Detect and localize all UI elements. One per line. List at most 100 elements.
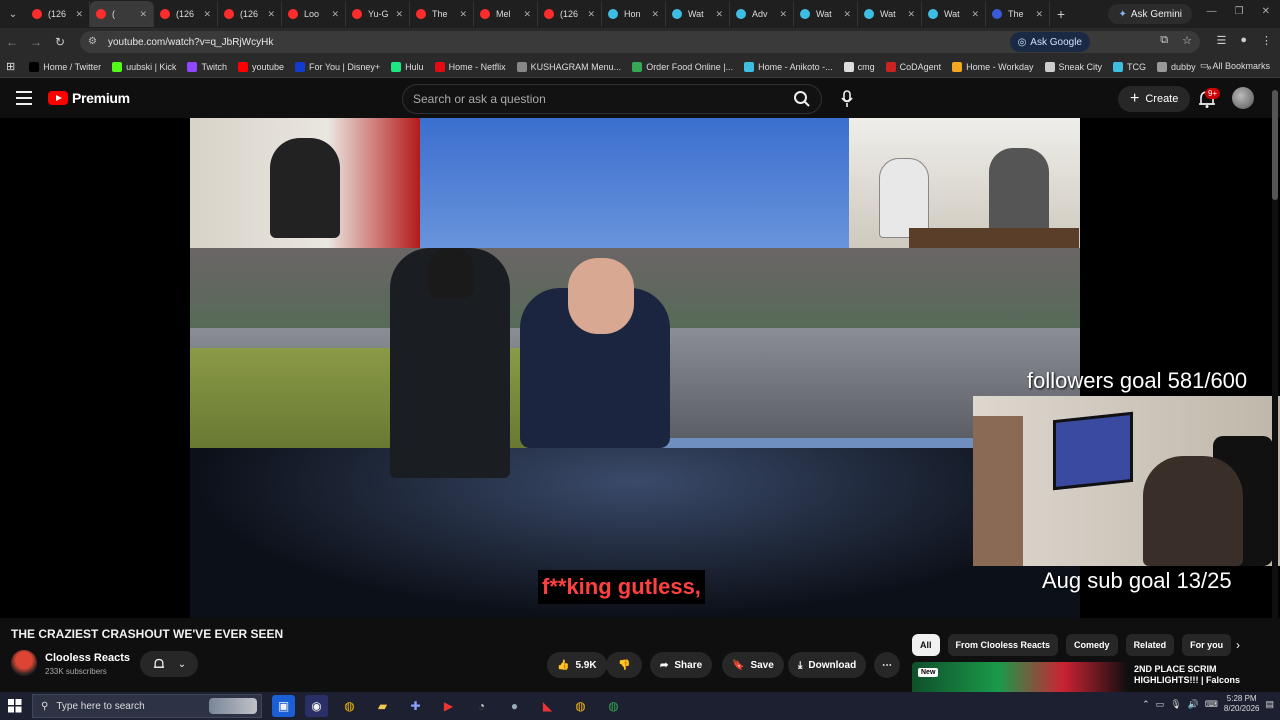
browser-tab[interactable]: Wat ✕	[794, 1, 858, 27]
media-player-icon[interactable]: ▶	[437, 695, 460, 717]
volume-icon[interactable]: 🔊	[1188, 699, 1199, 710]
filter-chip[interactable]: Comedy	[1066, 634, 1118, 656]
browser-tab[interactable]: Loo ✕	[282, 1, 346, 27]
tab-close-icon[interactable]: ✕	[907, 9, 915, 20]
chrome-profile-app-icon[interactable]: ◍	[569, 695, 592, 717]
tab-close-icon[interactable]: ✕	[715, 9, 723, 20]
account-avatar[interactable]	[1232, 87, 1254, 109]
voice-search-button[interactable]	[834, 86, 860, 112]
create-button[interactable]: + Create	[1118, 86, 1191, 112]
game-app-icon[interactable]: ✚	[404, 695, 427, 717]
tab-close-icon[interactable]: ✕	[395, 9, 403, 20]
bookmark-item[interactable]: Home - Netflix	[434, 61, 506, 72]
close-window-icon[interactable]: ✕	[1262, 6, 1270, 17]
like-button[interactable]: 👍 5.9K	[547, 652, 607, 678]
search-input[interactable]: Search or ask a question	[402, 84, 822, 114]
browser-tab[interactable]: (126 ✕	[538, 1, 602, 27]
tab-close-icon[interactable]: ✕	[203, 9, 211, 20]
site-info-icon[interactable]: ⚙	[88, 36, 100, 48]
filter-chip[interactable]: From Clooless Reacts	[947, 634, 1059, 656]
tab-close-icon[interactable]: ✕	[587, 9, 595, 20]
tray-chevron-icon[interactable]: ⌃	[1142, 699, 1150, 710]
browser-tab[interactable]: Mel ✕	[474, 1, 538, 27]
bookmark-item[interactable]: dubby	[1157, 61, 1196, 72]
share-button[interactable]: ➦ Share	[650, 652, 713, 678]
browser-tab[interactable]: Wat ✕	[922, 1, 986, 27]
bookmark-item[interactable]: KUSHAGRAM Menu...	[516, 61, 621, 72]
taskbar-search-input[interactable]: ⚲ Type here to search	[32, 694, 262, 718]
bookmark-item[interactable]: Order Food Online |...	[632, 61, 733, 72]
forward-icon[interactable]: →	[24, 35, 48, 49]
bookmark-item[interactable]: Home - Anikoto -...	[744, 61, 833, 72]
all-bookmarks-button[interactable]: ▭ All Bookmarks	[1200, 60, 1270, 71]
clock[interactable]: 5:28 PM 8/20/2026	[1224, 694, 1260, 714]
page-scrollbar[interactable]	[1272, 80, 1278, 692]
reading-list-icon[interactable]: ☰	[1216, 34, 1226, 47]
bookmark-item[interactable]: Hulu	[391, 61, 424, 72]
browser-tab[interactable]: Adv ✕	[730, 1, 794, 27]
tab-close-icon[interactable]: ✕	[459, 9, 467, 20]
tab-close-icon[interactable]: ✕	[843, 9, 851, 20]
tab-close-icon[interactable]: ✕	[971, 9, 979, 20]
download-button[interactable]: ⤓ Download	[788, 652, 867, 678]
ask-google-button[interactable]: ◎ Ask Google	[1009, 32, 1090, 52]
messenger-app-icon[interactable]: ◉	[305, 695, 328, 717]
reload-icon[interactable]: ↻	[48, 35, 72, 49]
tab-close-icon[interactable]: ✕	[267, 9, 275, 20]
omnibox[interactable]: ⚙ youtube.com/watch?v=q_JbRjWcyHk ◎ Ask …	[80, 31, 1200, 53]
browser-menu-icon[interactable]: ⋮	[1261, 34, 1272, 47]
chevron-right-icon[interactable]: ›	[1236, 638, 1240, 652]
save-button[interactable]: 🔖 Save	[722, 652, 784, 678]
ask-gemini-button[interactable]: ✦ Ask Gemini	[1108, 4, 1192, 24]
taskview-app-icon[interactable]: ▣	[272, 695, 295, 717]
apps-grid-icon[interactable]: ⊞	[6, 60, 15, 73]
url-text[interactable]: youtube.com/watch?v=q_JbRjWcyHk	[108, 37, 273, 48]
channel-avatar[interactable]	[11, 650, 37, 676]
video-player[interactable]	[190, 118, 1080, 618]
tab-close-icon[interactable]: ✕	[1035, 9, 1043, 20]
bookmark-item[interactable]: uubski | Kick	[112, 61, 176, 72]
filter-chip[interactable]: Related	[1125, 634, 1175, 656]
youtube-premium-logo[interactable]: Premium	[48, 90, 130, 106]
browser-tab[interactable]: (126 ✕	[154, 1, 218, 27]
minimize-icon[interactable]: —	[1207, 6, 1217, 17]
tab-close-icon[interactable]: ✕	[779, 9, 787, 20]
bookmark-item[interactable]: Home - Workday	[952, 61, 1034, 72]
windows-start-button[interactable]	[0, 699, 30, 713]
tab-close-icon[interactable]: ✕	[331, 9, 339, 20]
search-button[interactable]	[790, 87, 814, 111]
bookmark-item[interactable]: Home / Twitter	[29, 61, 101, 72]
notifications-center-icon[interactable]: ▤	[1265, 699, 1274, 710]
recommendation-thumbnail[interactable]	[912, 662, 1128, 692]
bookmark-item[interactable]: CoDAgent	[885, 61, 941, 72]
bookmark-item[interactable]: TCG	[1113, 61, 1146, 72]
file-explorer-icon[interactable]: ▰	[371, 695, 394, 717]
bookmark-item[interactable]: cmg	[843, 61, 875, 72]
browser-tab[interactable]: (126 ✕	[218, 1, 282, 27]
more-actions-button[interactable]: ⋯	[874, 652, 900, 678]
browser-tab[interactable]: Yu-G ✕	[346, 1, 410, 27]
acrobat-app-icon[interactable]: ◣	[536, 695, 559, 717]
bookmark-star-icon[interactable]: ☆	[1182, 34, 1192, 47]
steam-app-icon[interactable]: ◔	[470, 695, 493, 717]
bookmark-item[interactable]: youtube	[237, 61, 284, 72]
language-icon[interactable]: ⌨	[1205, 699, 1218, 710]
new-tab-button[interactable]: +	[1050, 6, 1072, 22]
browser-tab[interactable]: The ✕	[410, 1, 474, 27]
tab-search-menu-icon[interactable]: ⌄	[0, 0, 26, 28]
filter-chip[interactable]: All	[912, 634, 940, 656]
subscribed-notifications-button[interactable]: ⌄	[140, 651, 198, 677]
back-icon[interactable]: ←	[0, 35, 24, 49]
app-icon-generic[interactable]: ●	[503, 695, 526, 717]
tab-close-icon[interactable]: ✕	[651, 9, 659, 20]
tab-close-icon[interactable]: ✕	[139, 9, 147, 20]
chrome-alt-app-icon[interactable]: ◍	[602, 695, 625, 717]
bookmark-item[interactable]: Sneak City	[1044, 61, 1102, 72]
browser-tab[interactable]: Hon ✕	[602, 1, 666, 27]
scrollbar-thumb[interactable]	[1272, 90, 1278, 200]
install-icon[interactable]: ⧉	[1160, 34, 1168, 47]
browser-tab[interactable]: Wat ✕	[858, 1, 922, 27]
network-icon[interactable]: ▭	[1156, 699, 1165, 710]
tab-close-icon[interactable]: ✕	[75, 9, 83, 20]
mic-tray-icon[interactable]: 🎙	[1170, 699, 1181, 710]
